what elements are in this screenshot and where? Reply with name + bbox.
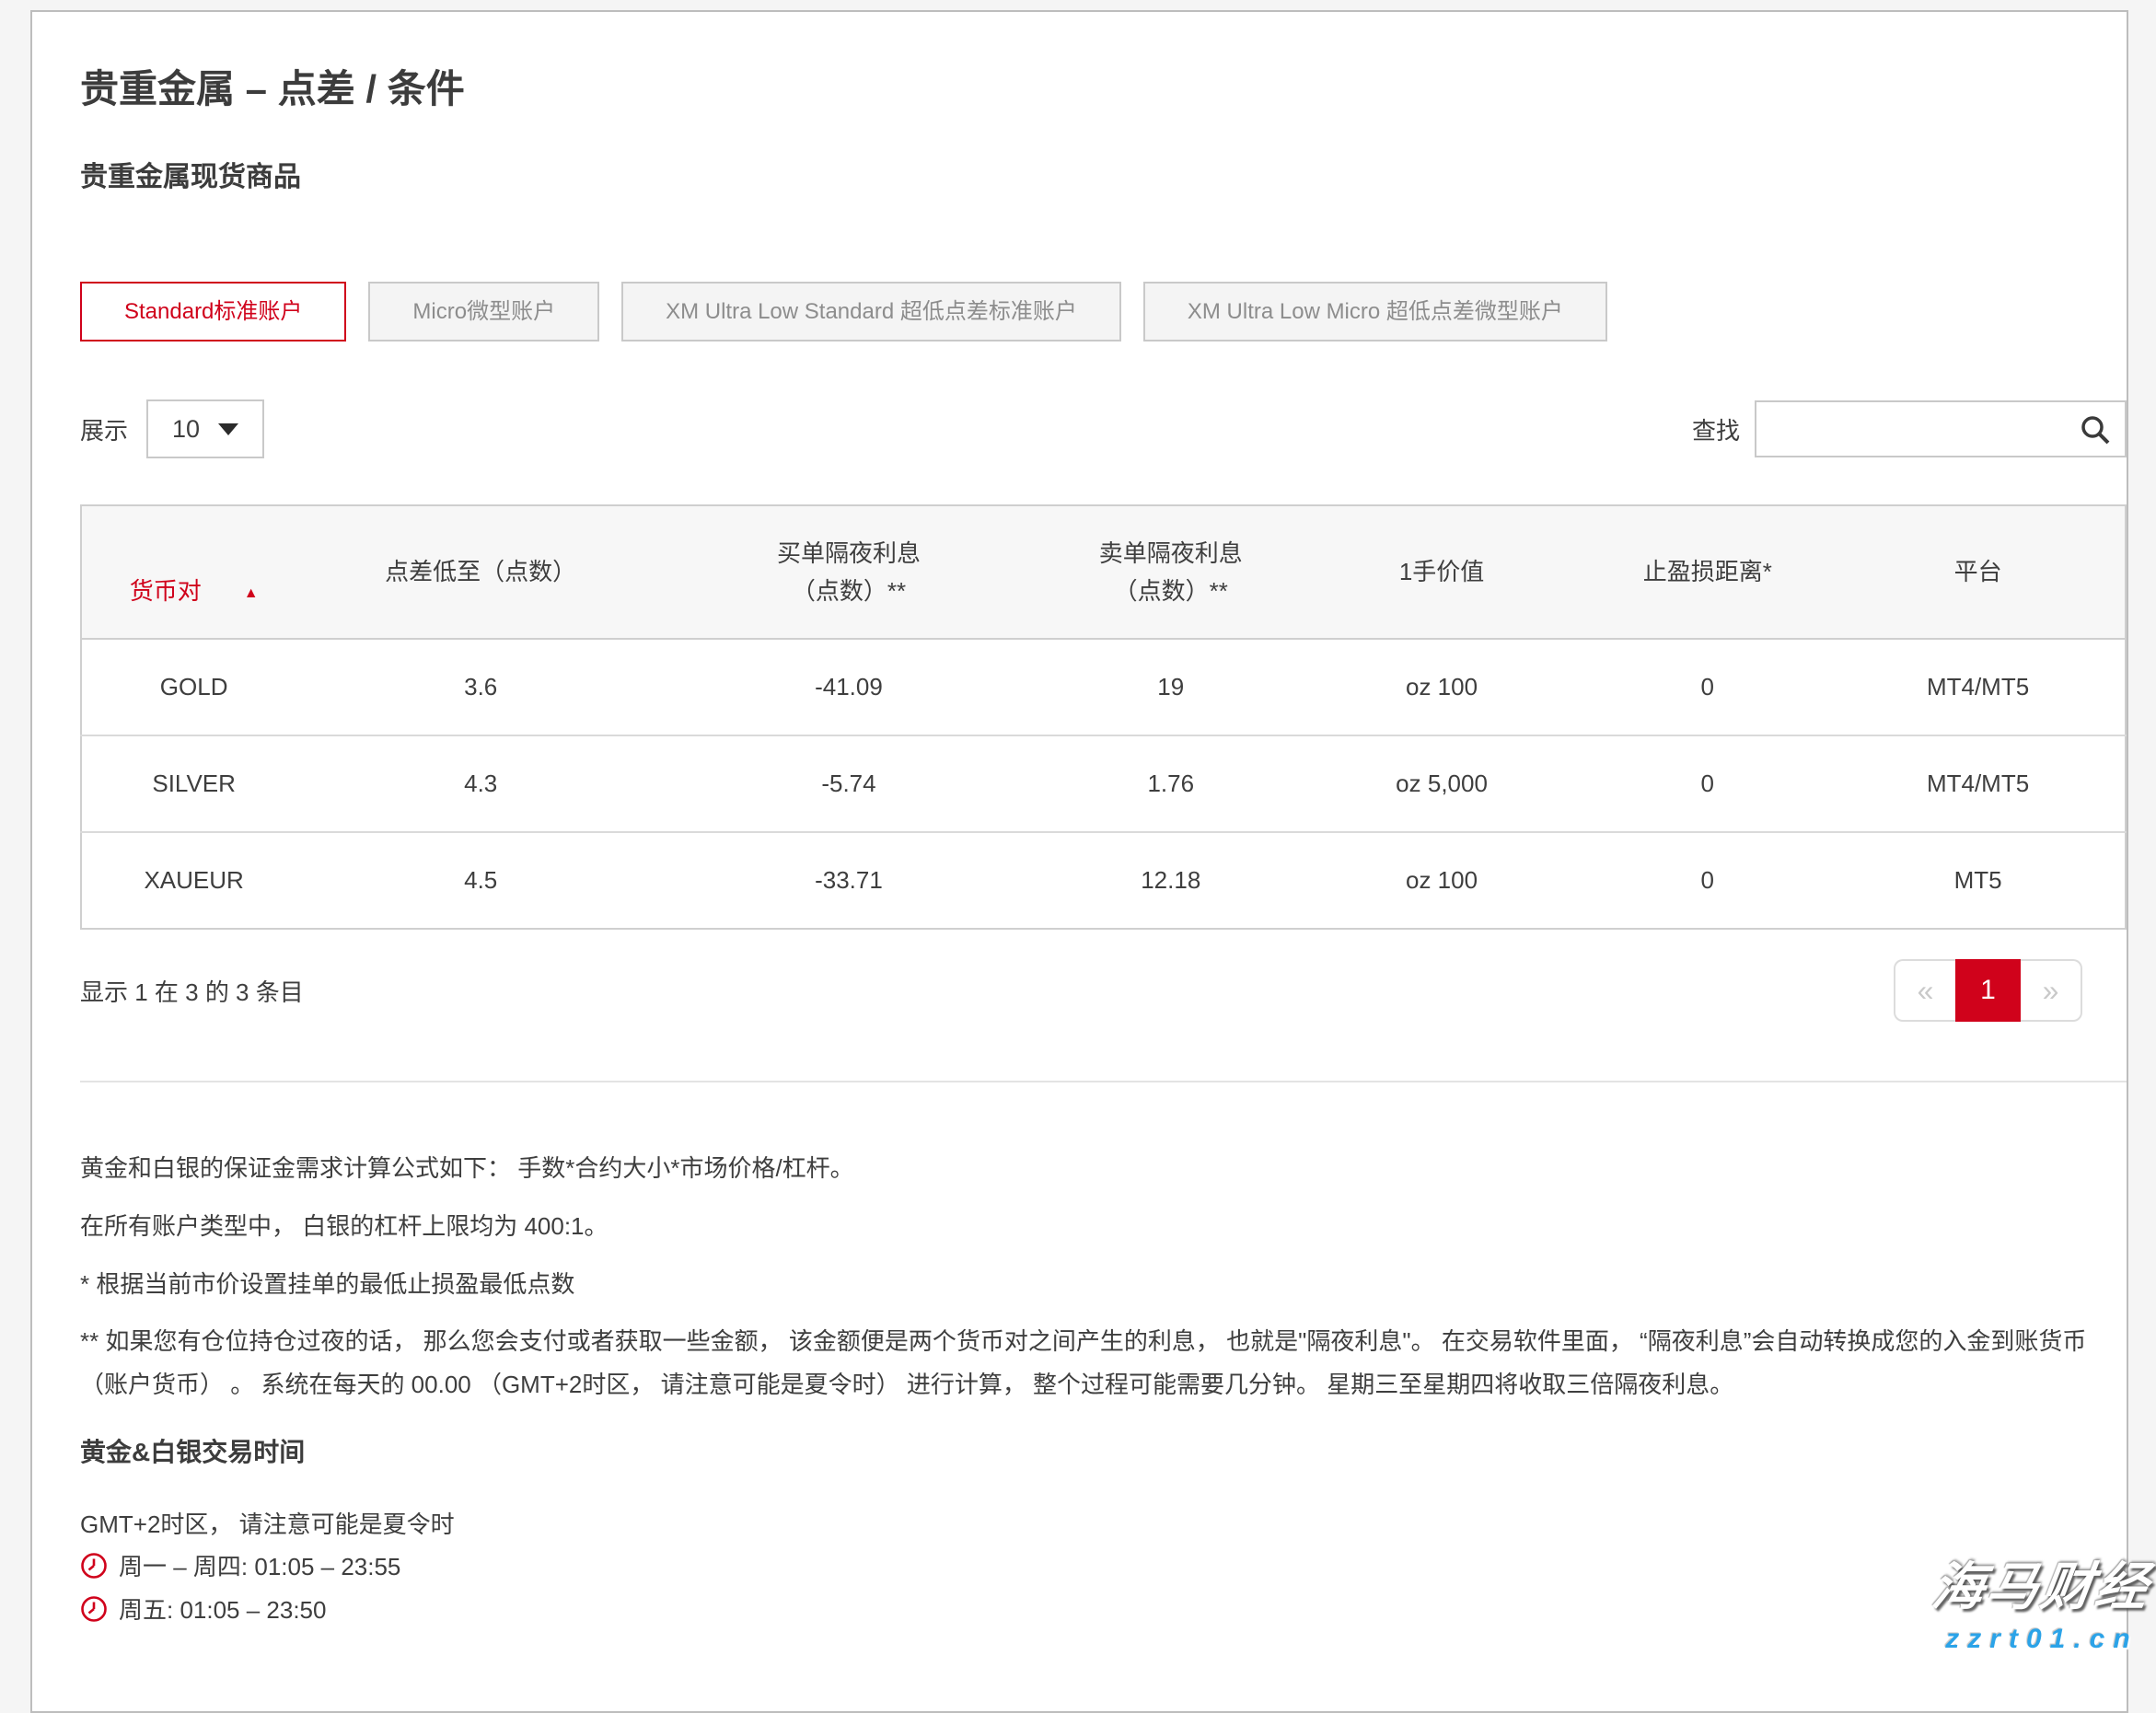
table-header-row: 货币对 ▲ 点差低至（点数） 买单隔夜利息 （点数）** 卖单隔夜利息 （点数）*… [81, 505, 2126, 639]
cell-spread: 3.6 [306, 639, 655, 735]
note-silver-leverage: 在所有账户类型中， 白银的杠杆上限均为 400:1。 [80, 1205, 2133, 1248]
account-type-tabs: Standard标准账户 Micro微型账户 XM Ultra Low Stan… [80, 282, 2127, 341]
notes-section: 黄金和白银的保证金需求计算公式如下： 手数*合约大小*市场价格/杠杆。 在所有账… [80, 1147, 2127, 1406]
cell-symbol: SILVER [81, 735, 306, 832]
cell-lot-value: oz 5,000 [1300, 735, 1584, 832]
table-controls: 展示 10 查找 [80, 399, 2127, 458]
page-title: 贵重金属 – 点差 / 条件 [80, 68, 2127, 110]
cell-spread: 4.5 [306, 832, 655, 929]
section-divider [80, 1081, 2127, 1082]
entries-summary: 显示 1 在 3 的 3 条目 [80, 974, 304, 1008]
cell-platform: MT4/MT5 [1831, 735, 2126, 832]
table-footer: 显示 1 在 3 的 3 条目 « 1 » [80, 959, 2127, 1022]
trading-hours-heading: 黄金&白银交易时间 [80, 1432, 2127, 1469]
table-row-xaueur: XAUEUR 4.5 -33.71 12.18 oz 100 0 MT5 [81, 832, 2126, 929]
column-header-spread[interactable]: 点差低至（点数） [306, 505, 655, 639]
cell-symbol: XAUEUR [81, 832, 306, 929]
note-stop-levels: * 根据当前市价设置挂单的最低止损盈最低点数 [80, 1263, 2133, 1306]
column-header-swap-short[interactable]: 卖单隔夜利息 （点数）** [1042, 505, 1300, 639]
clock-icon [80, 1595, 108, 1623]
schedule-row-friday: 周五: 01:05 – 23:50 [80, 1591, 2127, 1626]
pagination-next-button[interactable]: » [2021, 959, 2082, 1022]
cell-swap-short: 1.76 [1042, 735, 1300, 832]
table-row-gold: GOLD 3.6 -41.09 19 oz 100 0 MT4/MT5 [81, 639, 2126, 735]
column-header-limit-stop[interactable]: 止盈损距离* [1583, 505, 1831, 639]
note-swap-explanation: ** 如果您有仓位持仓过夜的话， 那么您会支付或者获取一些金额， 该金额便是两个… [80, 1320, 2133, 1406]
watermark-domain: zzrt01.cn [1933, 1624, 2150, 1655]
pagination-prev-button[interactable]: « [1894, 959, 1955, 1022]
tab-micro-account[interactable]: Micro微型账户 [368, 282, 599, 341]
cell-lot-value: oz 100 [1300, 832, 1584, 929]
search-box [1755, 400, 2127, 457]
note-margin-formula: 黄金和白银的保证金需求计算公式如下： 手数*合约大小*市场价格/杠杆。 [80, 1147, 2133, 1190]
chevron-down-icon [218, 423, 238, 435]
cell-symbol: GOLD [81, 639, 306, 735]
column-header-symbol[interactable]: 货币对 ▲ [81, 505, 306, 639]
cell-limit-stop: 0 [1583, 832, 1831, 929]
tab-ultra-low-standard-account[interactable]: XM Ultra Low Standard 超低点差标准账户 [621, 282, 1121, 341]
cell-swap-short: 12.18 [1042, 832, 1300, 929]
cell-limit-stop: 0 [1583, 639, 1831, 735]
page-size-value: 10 [172, 415, 200, 444]
tab-ultra-low-micro-account[interactable]: XM Ultra Low Micro 超低点差微型账户 [1143, 282, 1607, 341]
cell-swap-long: -41.09 [655, 639, 1042, 735]
page-size-label: 展示 [80, 412, 128, 446]
column-header-platform[interactable]: 平台 [1831, 505, 2126, 639]
cell-swap-long: -33.71 [655, 832, 1042, 929]
schedule-friday-label: 周五: 01:05 – 23:50 [119, 1591, 326, 1626]
watermark: 海马财经 zzrt01.cn [1933, 1545, 2150, 1655]
search-icon[interactable] [2079, 413, 2112, 446]
pagination-page-1-button[interactable]: 1 [1955, 959, 2021, 1022]
tab-standard-account[interactable]: Standard标准账户 [80, 282, 346, 341]
column-header-swap-long[interactable]: 买单隔夜利息 （点数）** [655, 505, 1042, 639]
cell-swap-short: 19 [1042, 639, 1300, 735]
cell-lot-value: oz 100 [1300, 639, 1584, 735]
schedule-weekdays-label: 周一 – 周四: 01:05 – 23:55 [119, 1548, 400, 1582]
sort-asc-icon: ▲ [244, 583, 259, 606]
cell-platform: MT5 [1831, 832, 2126, 929]
watermark-brand: 海马财经 [1928, 1545, 2155, 1620]
cell-swap-long: -5.74 [655, 735, 1042, 832]
page-size-select[interactable]: 10 [146, 399, 264, 458]
timezone-note: GMT+2时区， 请注意可能是夏令时 [80, 1506, 2127, 1540]
search-label: 查找 [1692, 412, 1740, 446]
clock-icon [80, 1552, 108, 1580]
cell-limit-stop: 0 [1583, 735, 1831, 832]
content-panel: 贵重金属 – 点差 / 条件 贵重金属现货商品 Standard标准账户 Mic… [30, 10, 2128, 1713]
pagination: « 1 » [1894, 959, 2082, 1022]
column-header-symbol-label: 货币对 [130, 577, 202, 605]
cell-spread: 4.3 [306, 735, 655, 832]
schedule-row-weekdays: 周一 – 周四: 01:05 – 23:55 [80, 1548, 2127, 1583]
spreads-table: 货币对 ▲ 点差低至（点数） 买单隔夜利息 （点数）** 卖单隔夜利息 （点数）*… [80, 504, 2127, 930]
section-subtitle: 贵重金属现货商品 [80, 162, 2127, 192]
cell-platform: MT4/MT5 [1831, 639, 2126, 735]
column-header-lot-value[interactable]: 1手价值 [1300, 505, 1584, 639]
table-row-silver: SILVER 4.3 -5.74 1.76 oz 5,000 0 MT4/MT5 [81, 735, 2126, 832]
